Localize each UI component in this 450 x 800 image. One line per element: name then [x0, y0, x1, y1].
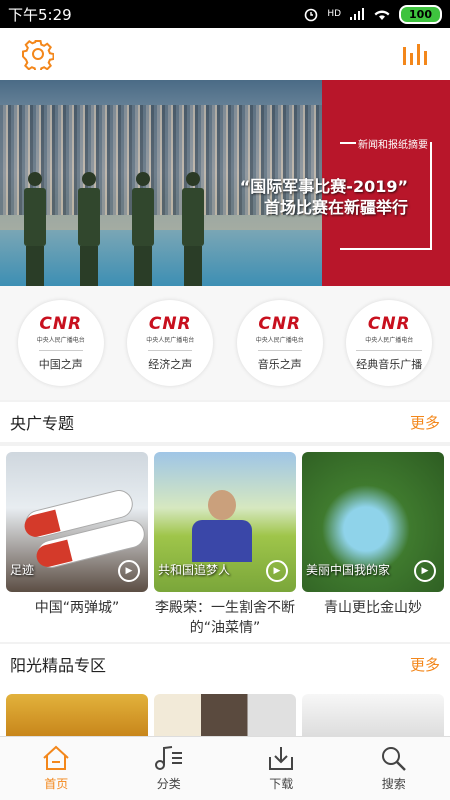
music-list-icon — [154, 746, 182, 770]
station-name: 经典音乐广播 — [356, 350, 423, 372]
equalizer-icon[interactable] — [402, 43, 428, 65]
topic-card[interactable]: 足迹 ▶ 中国“两弹城” — [6, 452, 148, 642]
premium-thumbnail[interactable] — [6, 694, 148, 736]
cnr-sub-label: 中央人民广播电台 — [255, 337, 304, 344]
card-title: 李殿荣：一生割舍不断的“油菜情” — [155, 600, 295, 636]
station-button[interactable]: CNR 中央人民广播电台经济之声 — [127, 300, 214, 386]
banner-carousel[interactable]: 新闻和报纸摘要 “国际军事比赛-2019” 首场比赛在新疆举行 — [0, 80, 450, 286]
section-header-jingpin: 阳光精品专区 更多 — [0, 644, 450, 684]
tab-label: 分类 — [156, 777, 181, 791]
signal-icon — [350, 8, 365, 20]
status-time: 下午5:29 — [8, 5, 72, 24]
bottom-tab-bar: 首页 分类 下载 搜索 — [0, 736, 450, 800]
cnr-sub-label: 中央人民广播电台 — [146, 337, 195, 344]
topic-card[interactable]: 美丽中国我的家 ▶ 青山更比金山妙 — [302, 452, 444, 642]
person-image — [192, 490, 252, 562]
status-icons: HD 100 — [303, 4, 442, 24]
tab-category[interactable]: 分类 — [113, 737, 226, 800]
premium-thumbnail[interactable] — [302, 694, 444, 736]
cnr-logo: CNR — [148, 314, 192, 334]
banner-tag: 新闻和报纸摘要 — [356, 136, 430, 151]
premium-thumbnail[interactable] — [154, 694, 296, 736]
section-title: 阳光精品专区 — [10, 656, 107, 675]
play-icon[interactable]: ▶ — [118, 560, 140, 582]
banner-ground-image — [0, 230, 322, 286]
tab-label: 下载 — [269, 777, 294, 791]
cnr-logo: CNR — [258, 314, 302, 334]
cnr-sub-label: 中央人民广播电台 — [36, 337, 85, 344]
more-link[interactable]: 更多 — [410, 412, 440, 433]
more-link[interactable]: 更多 — [410, 654, 440, 675]
soldier-figure — [78, 172, 100, 286]
home-icon — [43, 745, 69, 770]
banner-headline-line1: “国际军事比赛-2019” — [239, 177, 408, 196]
cnr-logo: CNR — [367, 314, 411, 334]
play-icon[interactable]: ▶ — [414, 560, 436, 582]
station-button[interactable]: CNR 中央人民广播电台中国之声 — [17, 300, 104, 386]
tab-download[interactable]: 下载 — [225, 737, 338, 800]
card-thumbnail: 美丽中国我的家 ▶ — [302, 452, 444, 592]
soldier-figure — [132, 172, 154, 286]
signal-label: HD — [327, 9, 342, 19]
soldier-figure — [24, 172, 46, 286]
card-caption: 足迹 — [10, 563, 35, 577]
banner-headline-line2: 首场比赛在新疆举行 — [263, 198, 408, 217]
tab-search[interactable]: 搜索 — [338, 737, 450, 800]
station-name: 中国之声 — [38, 350, 83, 372]
battery-indicator: 100 — [399, 4, 442, 24]
card-caption: 共和国追梦人 — [158, 563, 231, 577]
topic-card[interactable]: 共和国追梦人 ▶ 李殿荣：一生割舍不断的“油菜情” — [154, 452, 296, 642]
card-title: 中国“两弹城” — [34, 600, 120, 616]
search-icon — [381, 747, 406, 771]
card-title: 青山更比金山妙 — [324, 600, 422, 616]
tab-label: 搜索 — [381, 777, 406, 791]
station-row: CNR 中央人民广播电台中国之声 CNR 中央人民广播电台经济之声 CNR 中央人民广播电… — [0, 286, 450, 400]
card-thumbnail: 共和国追梦人 ▶ — [154, 452, 296, 592]
gear-icon[interactable] — [22, 38, 54, 70]
station-button[interactable]: CNR 中央人民广播电台音乐之声 — [236, 300, 323, 386]
download-icon — [269, 747, 294, 770]
premium-thumbnails — [0, 684, 450, 736]
station-name: 经济之声 — [148, 350, 193, 372]
card-thumbnail: 足迹 ▶ — [6, 452, 148, 592]
status-bar: 下午5:29 HD 100 — [0, 0, 450, 28]
wifi-icon — [374, 10, 390, 20]
tab-label: 首页 — [44, 777, 69, 791]
top-bar — [0, 28, 450, 80]
card-caption: 美丽中国我的家 — [306, 563, 391, 577]
tab-home[interactable]: 首页 — [0, 737, 113, 800]
section-header-zhuanti: 央广专题 更多 — [0, 402, 450, 442]
station-name: 音乐之声 — [257, 350, 302, 372]
alarm-icon — [305, 8, 318, 22]
soldier-figure — [182, 172, 204, 286]
station-button[interactable]: CNR 中央人民广播电台经典音乐广播 — [346, 300, 433, 386]
topic-cards: 足迹 ▶ 中国“两弹城” 共和国追梦人 ▶ 李殿荣：一生割舍不断的“油菜情” 美… — [0, 446, 450, 642]
section-title: 央广专题 — [10, 414, 75, 433]
cnr-logo: CNR — [39, 314, 83, 334]
cnr-sub-label: 中央人民广播电台 — [365, 337, 414, 344]
play-icon[interactable]: ▶ — [266, 560, 288, 582]
banner-headline: “国际军事比赛-2019” 首场比赛在新疆举行 — [240, 176, 408, 218]
